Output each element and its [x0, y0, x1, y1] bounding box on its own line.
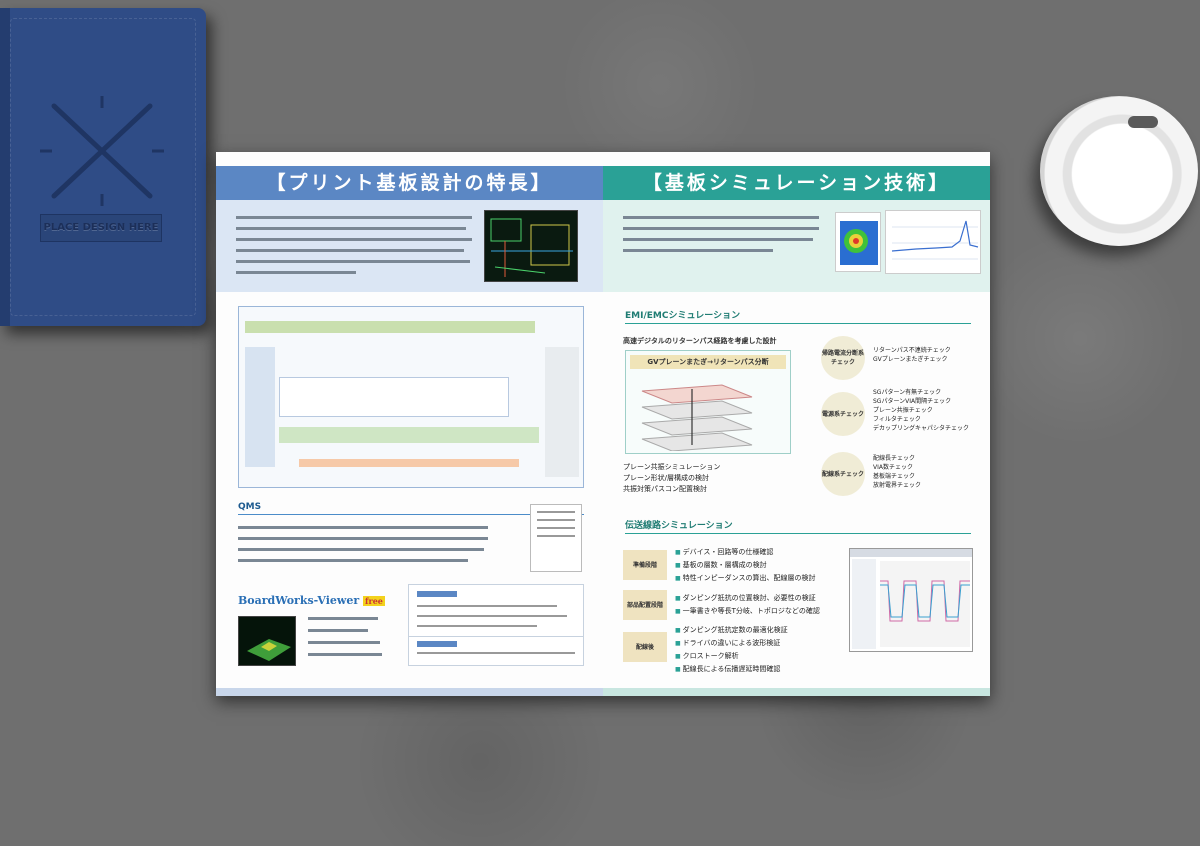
emi-subtitle: 高速デジタルのリターンパス経路を考慮した設計 — [623, 337, 777, 345]
left-title-band: 【プリント基板設計の特長】 — [216, 166, 603, 200]
cup-lid-slot — [1128, 116, 1158, 128]
return-path-diagram: GVプレーンまたぎ→リターンパス分断 — [625, 350, 791, 454]
3d-board-illustration — [247, 639, 291, 661]
stage-item: 一筆書きや等長T分岐、トポロジなどの確認 — [675, 605, 820, 618]
wiring-check-badge: 配線系チェック — [821, 452, 865, 496]
power-check-badge: 電源系チェック — [821, 392, 865, 436]
check-item: 基板端チェック — [873, 473, 916, 480]
boardworks-title-text: BoardWorks-Viewer — [238, 594, 360, 607]
gv-plane-title: GVプレーンまたぎ→リターンパス分断 — [630, 355, 786, 369]
check-item: 放射電界チェック — [873, 482, 922, 489]
stage-placement: 部品配置段階 — [623, 590, 667, 620]
flow-lane-board — [279, 427, 539, 443]
check-item: 配線長チェック — [873, 455, 916, 462]
stage-item: ドライバの違いによる波形検証 — [675, 637, 788, 650]
pcb-layout-screenshot — [484, 210, 578, 282]
brochure-right-page: 【基板シミュレーション技術】 EMI/EMCシミュレーション 高速デジタルのリタ… — [603, 152, 990, 696]
brochure: 【プリント基板設計の特長】 QMS BoardWorks-Viewer free… — [216, 152, 990, 696]
notebook: PLACE DESIGN HERE — [0, 8, 206, 326]
check-item: SGパターンVIA間隔チェック — [873, 398, 952, 405]
field-heatmap-thumbnail — [835, 212, 881, 272]
cross-emblem-icon — [40, 96, 164, 206]
stage-item: 特性インピーダンスの算出、配線層の検討 — [675, 572, 816, 585]
spectrum-graph-thumbnail — [885, 210, 981, 274]
flow-side-box — [545, 347, 579, 477]
design-flow-diagram — [238, 306, 584, 488]
boardworks-3d-view — [238, 616, 296, 666]
notebook-label: PLACE DESIGN HERE — [40, 214, 162, 242]
right-intro-text — [623, 212, 823, 252]
stage-item: ダンピング抵抗定数の最適化検証 — [675, 624, 788, 637]
free-badge: free — [363, 596, 385, 606]
flow-lane-circuit — [279, 377, 509, 417]
check-item: リターンパス不連続チェック — [873, 347, 951, 354]
return-current-check-list: リターンパス不連続チェック GVプレーンまたぎチェック — [873, 346, 951, 364]
check-item: SGパターン有無チェック — [873, 389, 942, 396]
transmission-section-title: 伝送線路シミュレーション — [625, 518, 971, 534]
check-item: VIA数チェック — [873, 464, 913, 471]
emi-list-item: 共振対策パスコン配置検討 — [623, 485, 707, 493]
power-check-list: SGパターン有無チェック SGパターンVIA間隔チェック プレーン共振チェック … — [873, 388, 969, 433]
check-item: デカップリングキャパシタチェック — [873, 425, 970, 432]
qms-body-text — [238, 526, 498, 562]
simulator-window-screenshot — [849, 548, 973, 652]
emi-analysis-list: プレーン共振シミュレーション プレーン形状/層構成の検討 共振対策パスコン配置検… — [623, 462, 720, 495]
brochure-left-page: 【プリント基板設計の特長】 QMS BoardWorks-Viewer free — [216, 152, 603, 696]
spectrum-line-illustration — [891, 220, 979, 260]
simulator-tree-pane — [852, 559, 876, 649]
layer-stack-illustration — [641, 384, 753, 451]
flow-lane-labels — [245, 347, 275, 467]
right-title-band: 【基板シミュレーション技術】 — [603, 166, 990, 200]
left-intro-text — [236, 212, 476, 274]
heatmap-illustration — [840, 221, 878, 265]
notebook-spine — [0, 8, 10, 326]
stage-after-routing-list: ダンピング抵抗定数の最適化検証 ドライバの違いによる波形検証 クロストーク解析 … — [675, 624, 788, 676]
pcb-traces-illustration — [490, 218, 573, 277]
boardworks-feature-list — [308, 614, 392, 656]
wiring-check-list: 配線長チェック VIA数チェック 基板端チェック 放射電界チェック — [873, 454, 921, 490]
waveform-illustration — [880, 561, 970, 647]
check-item: GVプレーンまたぎチェック — [873, 356, 948, 363]
stage-preparation-list: デバイス・回路等の仕様確認 基板の層数・層構成の検討 特性インピーダンスの算出、… — [675, 546, 816, 585]
stage-item: ダンピング抵抗の位置検討、必要性の検証 — [675, 592, 820, 605]
emi-list-item: プレーン形状/層構成の検討 — [623, 474, 710, 482]
stage-placement-list: ダンピング抵抗の位置検討、必要性の検証 一筆書きや等長T分岐、トポロジなどの確認 — [675, 592, 820, 618]
coffee-cup — [1040, 96, 1198, 246]
flow-phase-bar — [245, 321, 535, 333]
emi-list-item: プレーン共振シミュレーション — [623, 463, 721, 471]
return-current-check-badge: 帰路電流分断系チェック — [821, 336, 865, 380]
emi-section-title: EMI/EMCシミュレーション — [625, 308, 971, 324]
stage-item: クロストーク解析 — [675, 650, 788, 663]
stage-item: デバイス・回路等の仕様確認 — [675, 546, 815, 559]
check-item: フィルタチェック — [873, 416, 921, 423]
stage-after-routing: 配線後 — [623, 632, 667, 662]
left-page-footer — [216, 688, 603, 696]
right-page-footer — [603, 688, 990, 696]
flow-check-bar — [299, 459, 519, 467]
stage-item: 基板の層数・層構成の検討 — [675, 559, 815, 572]
boardworks-title: BoardWorks-Viewer free — [238, 594, 385, 607]
checksheet-thumbnail — [530, 504, 582, 572]
stage-preparation: 準備段階 — [623, 550, 667, 580]
stage-item: 配線長による伝播遅延時間確認 — [675, 663, 788, 676]
applications-box — [408, 636, 584, 666]
check-item: プレーン共振チェック — [873, 407, 933, 414]
